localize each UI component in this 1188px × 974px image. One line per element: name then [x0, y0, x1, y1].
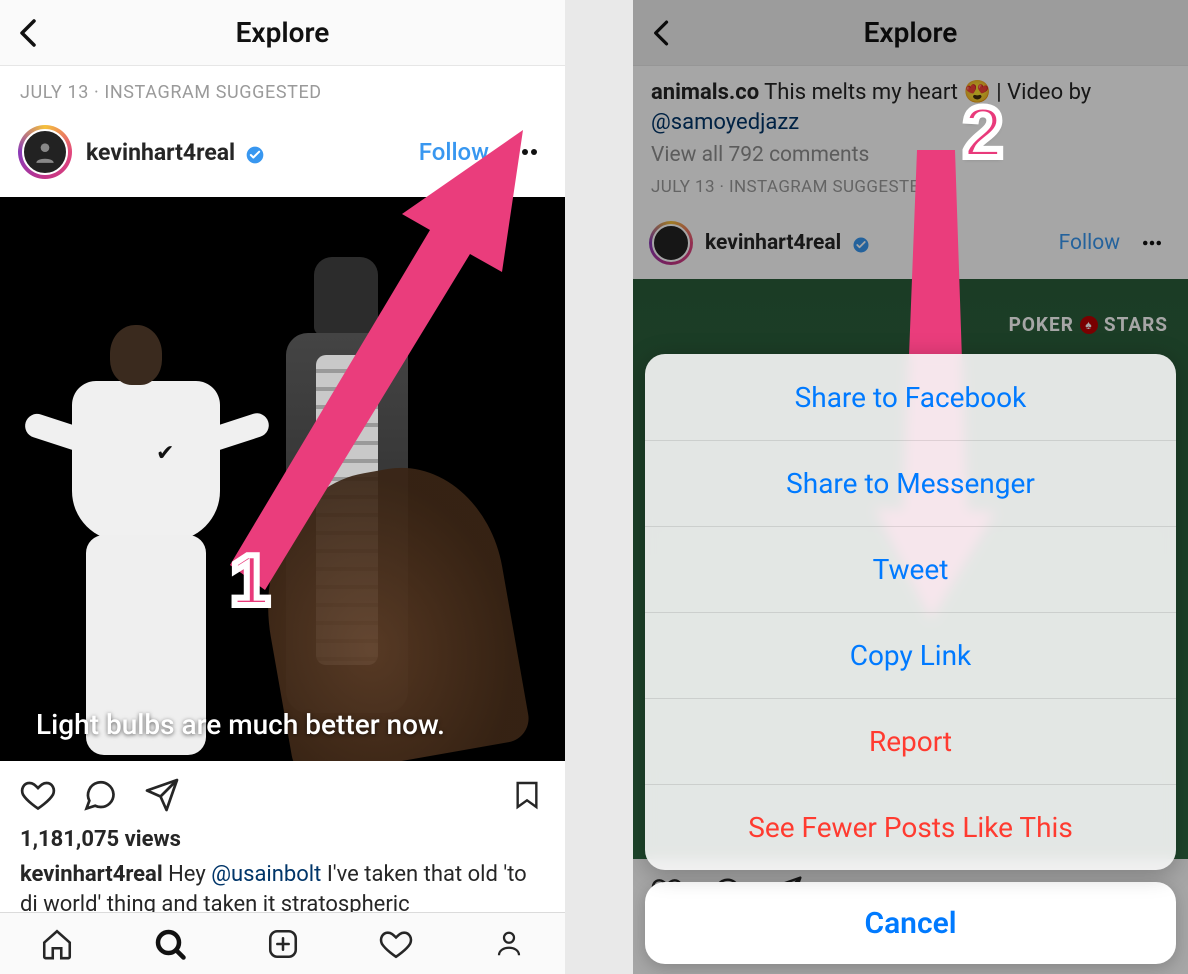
chevron-left-icon	[18, 19, 40, 47]
fewer-posts-option[interactable]: See Fewer Posts Like This	[645, 784, 1176, 870]
more-options-button[interactable]	[503, 148, 547, 156]
post-media[interactable]: ✔ Light bulbs are much better now.	[0, 197, 565, 761]
verified-badge-icon	[245, 145, 265, 165]
avatar	[22, 129, 68, 175]
caption-username: kevinhart4real	[20, 862, 163, 887]
share-button[interactable]	[142, 775, 182, 815]
profile-icon	[494, 927, 524, 961]
cancel-button[interactable]: Cancel	[645, 882, 1176, 964]
share-facebook-option[interactable]: Share to Facebook	[645, 354, 1176, 440]
person-figure: ✔	[36, 281, 256, 761]
views-count[interactable]: 1,181,075 views	[0, 823, 565, 858]
share-messenger-option[interactable]: Share to Messenger	[645, 440, 1176, 526]
save-button[interactable]	[507, 775, 547, 815]
header-title: Explore	[236, 16, 330, 49]
more-horizontal-icon	[512, 148, 538, 156]
tab-profile[interactable]	[485, 920, 533, 968]
heart-icon	[20, 777, 56, 813]
username: kevinhart4real	[86, 139, 235, 166]
avatar-story-ring[interactable]	[18, 125, 72, 179]
plus-square-icon	[266, 927, 300, 961]
tweet-option[interactable]: Tweet	[645, 526, 1176, 612]
person-icon	[32, 139, 58, 165]
username-row[interactable]: kevinhart4real	[86, 139, 265, 166]
report-option[interactable]: Report	[645, 698, 1176, 784]
tab-activity[interactable]	[372, 920, 420, 968]
heart-outline-icon	[379, 927, 413, 961]
tab-new-post[interactable]	[259, 920, 307, 968]
post-actions	[0, 761, 565, 823]
tab-home[interactable]	[33, 920, 81, 968]
comment-button[interactable]	[80, 775, 120, 815]
screenshot-step-2: Explore animals.co This melts my heart 😍…	[633, 0, 1188, 974]
copy-link-option[interactable]: Copy Link	[645, 612, 1176, 698]
like-button[interactable]	[18, 775, 58, 815]
action-sheet: Share to Facebook Share to Messenger Twe…	[645, 354, 1176, 964]
bottom-tab-bar	[0, 912, 565, 974]
action-sheet-options: Share to Facebook Share to Messenger Twe…	[645, 354, 1176, 870]
search-icon	[152, 926, 188, 962]
back-button[interactable]	[14, 18, 44, 48]
comment-icon	[82, 777, 118, 813]
video-caption-overlay: Light bulbs are much better now.	[36, 708, 445, 741]
send-icon	[144, 777, 180, 813]
caption-mention: @usainbolt	[211, 862, 321, 887]
screenshot-gap	[565, 0, 633, 974]
follow-button[interactable]: Follow	[419, 138, 489, 166]
tab-search[interactable]	[146, 920, 194, 968]
suggested-label: JULY 13 · INSTAGRAM SUGGESTED	[0, 66, 565, 117]
explore-header: Explore	[0, 0, 565, 66]
bookmark-icon	[511, 777, 543, 813]
home-icon	[40, 927, 74, 961]
post-header: kevinhart4real Follow	[0, 117, 565, 197]
screenshot-step-1: Explore JULY 13 · INSTAGRAM SUGGESTED ke…	[0, 0, 565, 974]
